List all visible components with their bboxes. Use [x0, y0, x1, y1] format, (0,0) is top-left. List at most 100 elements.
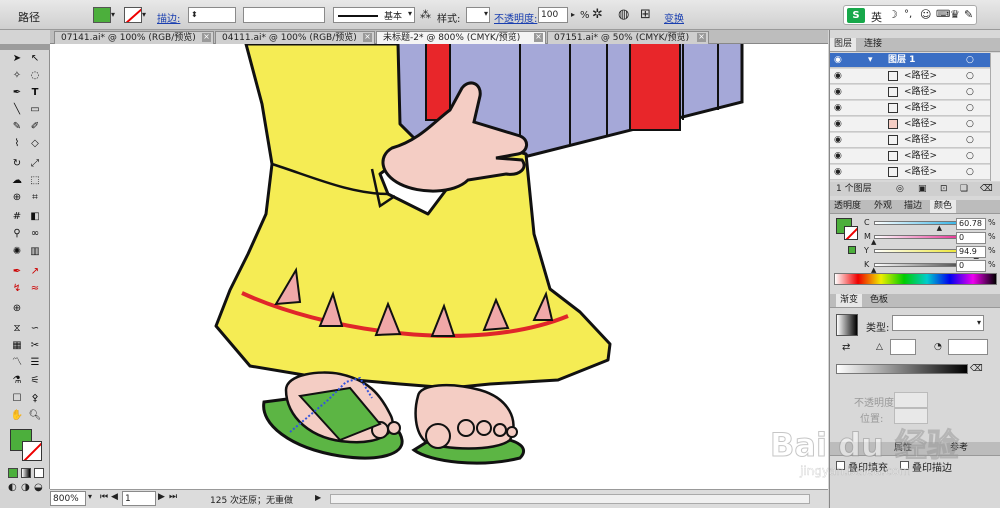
channel-value-field[interactable]: 0 [956, 260, 986, 272]
curvature-icon[interactable]: ↗ [27, 265, 43, 279]
layer-item-row[interactable]: ◉ <路径> ○ [830, 117, 990, 132]
crosshair-icon[interactable]: ⊕ [9, 302, 25, 316]
paintbrush-icon[interactable]: ✎ [9, 120, 25, 134]
draw-behind-icon[interactable]: ◑ [21, 482, 30, 493]
overprint-fill-checkbox[interactable] [836, 461, 845, 470]
slider-knob-icon[interactable]: ▲ [937, 225, 942, 232]
tab-gradient[interactable]: 渐变 [836, 294, 863, 307]
ime-mode-label[interactable]: 英 [871, 9, 882, 25]
channel-value-field[interactable]: 60.78 [956, 218, 986, 230]
draw-inside-icon[interactable]: ◒ [34, 482, 43, 493]
chart-line-icon[interactable]: 〽 [9, 356, 25, 370]
channel-value-field[interactable]: 94.9 [956, 246, 986, 258]
tab-appearance[interactable]: 外观 [870, 200, 896, 213]
last-artboard-icon[interactable]: ⏭ [169, 492, 177, 502]
zoom-icon[interactable]: 🔍︎ [27, 409, 43, 423]
warp-icon[interactable]: ☁ [9, 174, 25, 188]
wrench-icon[interactable]: ✎ [964, 8, 973, 21]
gradient-opacity-field[interactable] [894, 392, 928, 408]
target-icon[interactable]: ○ [966, 69, 974, 83]
reverse-gradient-icon[interactable]: ⇄ [842, 342, 850, 353]
last-color-swatch[interactable] [848, 246, 856, 254]
gradient-slider[interactable] [836, 364, 968, 374]
layer-row[interactable]: ◉ ▾ 图层 1 ○ [830, 53, 990, 68]
stroke-dropdown-icon[interactable]: ▾ [142, 7, 150, 23]
pen-add-anchor-icon[interactable]: ✒ [9, 265, 25, 279]
color-mode-icon[interactable] [8, 468, 18, 478]
tab-stroke[interactable]: 描边 [900, 200, 926, 213]
magic-wand-icon[interactable]: ✧ [9, 69, 25, 83]
close-icon[interactable]: × [697, 33, 706, 42]
gradient-mode-icon[interactable] [21, 468, 31, 478]
gradient-type-dropdown[interactable]: ▾ [892, 315, 984, 331]
tab-attributes[interactable]: 属性 [890, 442, 916, 455]
expand-icon[interactable]: ▾ [868, 53, 873, 67]
free-transform-icon[interactable]: ⬚ [27, 174, 43, 188]
blend-icon[interactable]: ∞ [27, 227, 43, 241]
brush-options-icon[interactable]: ⁂ [420, 8, 431, 21]
overprint-stroke-checkbox[interactable] [900, 461, 909, 470]
eye-icon[interactable]: ◉ [834, 133, 842, 147]
eye-icon[interactable]: ◉ [834, 149, 842, 163]
direct-selection-icon[interactable]: ↖ [27, 52, 43, 66]
keyboard-icon[interactable]: ⌨ [936, 9, 950, 20]
pen-tool-icon[interactable]: ✒ [9, 86, 25, 100]
symbol-sprayer-icon[interactable]: ✺ [9, 245, 25, 259]
zoom-dropdown-icon[interactable]: ▾ [88, 492, 92, 501]
doc-tab-active[interactable]: 未标题-2* @ 800% (CMYK/预览) × [376, 31, 546, 44]
stroke-weight-field[interactable]: ⬍ [188, 7, 236, 23]
pencil-icon[interactable]: ✐ [27, 120, 43, 134]
lasso-icon[interactable]: ◌ [27, 69, 43, 83]
variable-width-field[interactable] [243, 7, 325, 23]
layer-item-row[interactable]: ◉ <路径> ○ [830, 69, 990, 84]
column-graph-icon[interactable]: ▦ [9, 339, 25, 353]
draw-normal-icon[interactable]: ◐ [8, 482, 17, 493]
trash-icon[interactable]: ⌫ [980, 182, 993, 196]
selection-tool-icon[interactable]: ➤ [9, 52, 25, 66]
tab-color[interactable]: 颜色 [930, 200, 957, 213]
zoom-field[interactable]: 800% [50, 491, 86, 506]
opacity-link[interactable]: 不透明度: [494, 10, 537, 25]
target-icon[interactable]: ○ [966, 101, 974, 115]
new-sublayer-icon[interactable]: ⊡ [940, 182, 948, 196]
panel-stroke-swatch[interactable] [844, 226, 858, 240]
line-tool-icon[interactable]: ╲ [9, 103, 25, 117]
layer-item-row[interactable]: ◉ <路径> ○ [830, 85, 990, 100]
stroke-swatch[interactable] [124, 7, 142, 23]
clip-mask-icon[interactable]: ▣ [918, 182, 927, 196]
layer-item-row[interactable]: ◉ <路径> ○ [830, 133, 990, 148]
measure-icon[interactable]: ⚟ [27, 374, 43, 388]
tab-layers[interactable]: 图层 [830, 38, 857, 51]
artboard-icon[interactable]: ⧖ [9, 322, 25, 336]
globe-icon[interactable]: ◍ [618, 7, 629, 22]
opacity-field[interactable]: 100 [538, 7, 568, 23]
target-icon[interactable]: ○ [966, 133, 974, 147]
panel-grip[interactable] [0, 44, 50, 50]
channel-value-field[interactable]: 0 [956, 232, 986, 244]
eye-icon[interactable]: ◉ [834, 69, 842, 83]
layer-item-row[interactable]: ◉ <路径> ○ [830, 165, 990, 180]
target-icon[interactable]: ○ [966, 53, 974, 67]
artboard-tool-icon[interactable]: ☐ [9, 392, 25, 406]
next-artboard-icon[interactable]: ▶ [158, 492, 165, 502]
blob-brush-icon[interactable]: ⌇ [9, 137, 25, 151]
first-artboard-icon[interactable]: ⏮ [100, 492, 108, 502]
layers-scrollbar[interactable] [990, 53, 1000, 181]
eye-icon[interactable]: ◉ [834, 85, 842, 99]
fill-dropdown-icon[interactable]: ▾ [111, 7, 119, 23]
target-icon[interactable]: ○ [966, 149, 974, 163]
angle-field[interactable] [890, 339, 916, 355]
gradient-preview[interactable] [836, 314, 858, 336]
hand-icon[interactable]: ✋ [9, 409, 25, 423]
opacity-dropdown-icon[interactable]: ▸ [568, 9, 578, 21]
gradient-tool-icon[interactable]: ◧ [27, 210, 43, 224]
fill-swatch[interactable] [93, 7, 111, 23]
eye-icon[interactable]: ◉ [834, 165, 842, 179]
target-icon[interactable]: ○ [966, 117, 974, 131]
color-spectrum[interactable] [834, 273, 997, 285]
locate-icon[interactable]: ◎ [896, 182, 904, 196]
target-icon[interactable]: ○ [966, 85, 974, 99]
target-icon[interactable]: ○ [966, 165, 974, 179]
bar-chart-icon[interactable]: ☰ [27, 356, 43, 370]
doc-tab[interactable]: 07151.ai* @ 50% (CMYK/预览) × [547, 31, 709, 44]
